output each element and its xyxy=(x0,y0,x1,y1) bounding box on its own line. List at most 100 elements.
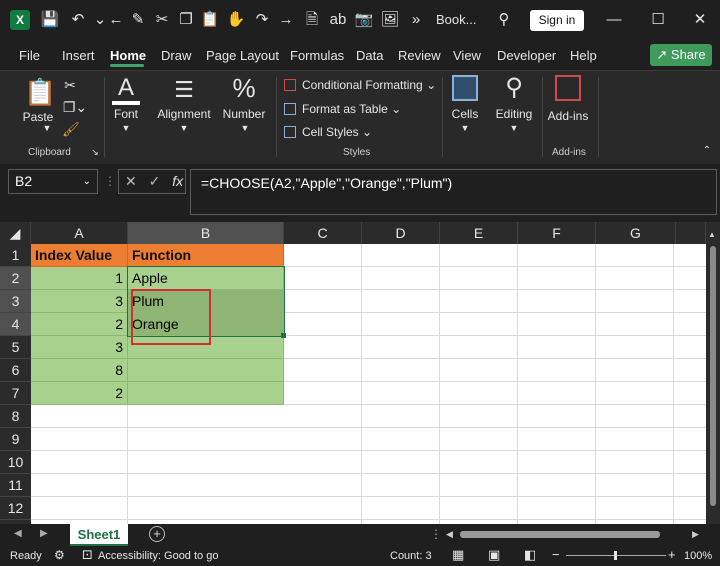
row-header-11[interactable]: 11 xyxy=(0,474,31,497)
tab-draw[interactable]: Draw xyxy=(161,48,191,63)
zoom-slider-thumb[interactable] xyxy=(614,551,617,560)
next-sheet-icon[interactable]: ▶ xyxy=(40,528,48,539)
column-header-g[interactable]: G xyxy=(596,222,676,244)
vertical-scrollbar-thumb[interactable] xyxy=(710,246,716,506)
horizontal-scrollbar-thumb[interactable] xyxy=(460,531,660,538)
tab-page-layout[interactable]: Page Layout xyxy=(206,48,279,63)
cell-styles-button[interactable]: Cell Styles ⌄ xyxy=(284,125,372,139)
tab-file[interactable]: File xyxy=(19,48,40,63)
row-header-9[interactable]: 9 xyxy=(0,428,31,451)
cell-b1[interactable]: Function xyxy=(128,244,284,267)
normal-view-icon[interactable]: ▦ xyxy=(452,547,464,563)
number-button[interactable]: Number xyxy=(220,107,268,121)
macro-record-icon[interactable]: ⚙ xyxy=(54,548,65,562)
maximize-icon[interactable]: ☐ xyxy=(648,10,668,30)
spreadsheet-grid[interactable]: ◢ A B C D E F G 1 2 3 4 5 6 7 8 9 10 11 … xyxy=(0,222,720,524)
cell-a5[interactable]: 3 xyxy=(31,336,128,359)
number-dropdown-icon[interactable]: ▼ xyxy=(240,123,250,133)
add-sheet-icon[interactable]: + xyxy=(149,526,165,542)
paste-dropdown-icon[interactable]: ▼ xyxy=(42,123,52,133)
row-header-1[interactable]: 1 xyxy=(0,244,31,267)
minimize-icon[interactable]: — xyxy=(604,10,624,30)
tab-help[interactable]: Help xyxy=(570,48,597,63)
column-header-b[interactable]: B xyxy=(128,222,284,244)
zoom-in-icon[interactable]: + xyxy=(668,547,676,562)
editing-button[interactable]: Editing xyxy=(492,107,536,121)
tab-review[interactable]: Review xyxy=(398,48,441,63)
row-header-2[interactable]: 2 xyxy=(0,267,31,290)
more-options-icon[interactable]: ⋮ xyxy=(104,174,116,188)
zoom-level[interactable]: 100% xyxy=(684,550,712,562)
alignment-button[interactable]: Alignment xyxy=(154,107,214,121)
back-icon[interactable]: ← xyxy=(106,10,126,30)
percent-icon[interactable]: % xyxy=(230,73,258,104)
image-icon[interactable]: 🖼 xyxy=(380,10,400,30)
scroll-up-icon[interactable]: ▲ xyxy=(708,230,716,239)
tab-data[interactable]: Data xyxy=(356,48,383,63)
column-header-a[interactable]: A xyxy=(31,222,128,244)
copy-icon[interactable]: ❐ xyxy=(176,10,196,30)
conditional-formatting-button[interactable]: Conditional Formatting ⌄ xyxy=(284,78,436,92)
new-file-icon[interactable]: 🗎 xyxy=(302,10,322,30)
paste-icon[interactable]: 📋 xyxy=(200,10,220,30)
column-header-e[interactable]: E xyxy=(440,222,518,244)
touch-mode-icon[interactable]: ✋ xyxy=(226,10,246,30)
tab-home[interactable]: Home xyxy=(110,48,146,63)
row-header-5[interactable]: 5 xyxy=(0,336,31,359)
enter-icon[interactable]: ✓ xyxy=(149,173,161,189)
format-painter-icon[interactable]: 🖌 xyxy=(62,121,80,138)
font-color-icon[interactable]: A xyxy=(112,75,140,105)
tab-formulas[interactable]: Formulas xyxy=(290,48,344,63)
editing-dropdown-icon[interactable]: ▼ xyxy=(509,123,519,133)
row-header-7[interactable]: 7 xyxy=(0,382,31,405)
accessibility-status[interactable]: Accessibility: Good to go xyxy=(98,550,218,562)
paste-clipboard-icon[interactable]: 📋 xyxy=(24,77,56,109)
cell-a2[interactable]: 1 xyxy=(31,267,128,290)
tab-view[interactable]: View xyxy=(453,48,481,63)
alignment-dropdown-icon[interactable]: ▼ xyxy=(179,123,189,133)
share-button[interactable]: ↗ Share xyxy=(650,44,712,66)
save-icon[interactable]: 💾 xyxy=(40,10,60,30)
cell-a7[interactable]: 2 xyxy=(31,382,128,405)
sheet-tab-sheet1[interactable]: Sheet1 xyxy=(70,524,128,546)
tab-developer[interactable]: Developer xyxy=(497,48,556,63)
accessibility-icon[interactable]: ⚀ xyxy=(82,548,92,562)
cell-b7[interactable] xyxy=(128,382,284,405)
zoom-out-icon[interactable]: − xyxy=(552,547,560,562)
clipboard-launcher-icon[interactable]: ↘ xyxy=(90,147,100,158)
row-header-6[interactable]: 6 xyxy=(0,359,31,382)
cell-a3[interactable]: 3 xyxy=(31,290,128,313)
row-header-8[interactable]: 8 xyxy=(0,405,31,428)
row-header-4[interactable]: 4 xyxy=(0,313,31,336)
row-header-10[interactable]: 10 xyxy=(0,451,31,474)
scroll-left-icon[interactable]: ◀ xyxy=(446,529,453,540)
addins-button[interactable]: Add-ins xyxy=(544,109,592,123)
search-icon[interactable]: ⚲ xyxy=(494,10,514,30)
alignment-icon[interactable]: ☰ xyxy=(170,77,198,103)
scroll-right-icon[interactable]: ▶ xyxy=(692,529,699,540)
copy-icon[interactable]: ❐⌄ xyxy=(60,99,90,116)
format-painter-icon[interactable]: ✎ xyxy=(128,10,148,30)
more-commands-icon[interactable]: » xyxy=(406,10,426,30)
cell-a1[interactable]: Index Value xyxy=(31,244,128,267)
format-as-table-button[interactable]: Format as Table ⌄ xyxy=(284,102,401,116)
name-box[interactable]: B2 ⌄ xyxy=(8,169,98,194)
page-layout-view-icon[interactable]: ▣ xyxy=(488,547,500,563)
cells-icon[interactable] xyxy=(452,75,478,101)
tab-split-icon[interactable]: ⋮ xyxy=(430,527,442,541)
camera-icon[interactable]: 📷 xyxy=(354,10,374,30)
column-header-d[interactable]: D xyxy=(362,222,440,244)
name-box-dropdown-icon[interactable]: ⌄ xyxy=(83,170,91,193)
cancel-icon[interactable]: ✕ xyxy=(125,173,137,189)
addins-icon[interactable] xyxy=(555,75,581,101)
sign-in-button[interactable]: Sign in xyxy=(530,10,584,31)
cut-icon[interactable]: ✂ xyxy=(62,77,78,94)
fill-handle[interactable] xyxy=(281,333,286,338)
strikethrough-icon[interactable]: ab xyxy=(328,10,348,30)
font-dropdown-icon[interactable]: ▼ xyxy=(121,123,131,133)
forward-icon[interactable]: → xyxy=(276,10,296,30)
formula-input[interactable]: =CHOOSE(A2,"Apple","Orange","Plum") xyxy=(190,169,717,215)
cell-a4[interactable]: 2 xyxy=(31,313,128,336)
collapse-ribbon-icon[interactable]: ⌃ xyxy=(700,145,714,156)
insert-function-icon[interactable]: fx xyxy=(172,173,183,189)
